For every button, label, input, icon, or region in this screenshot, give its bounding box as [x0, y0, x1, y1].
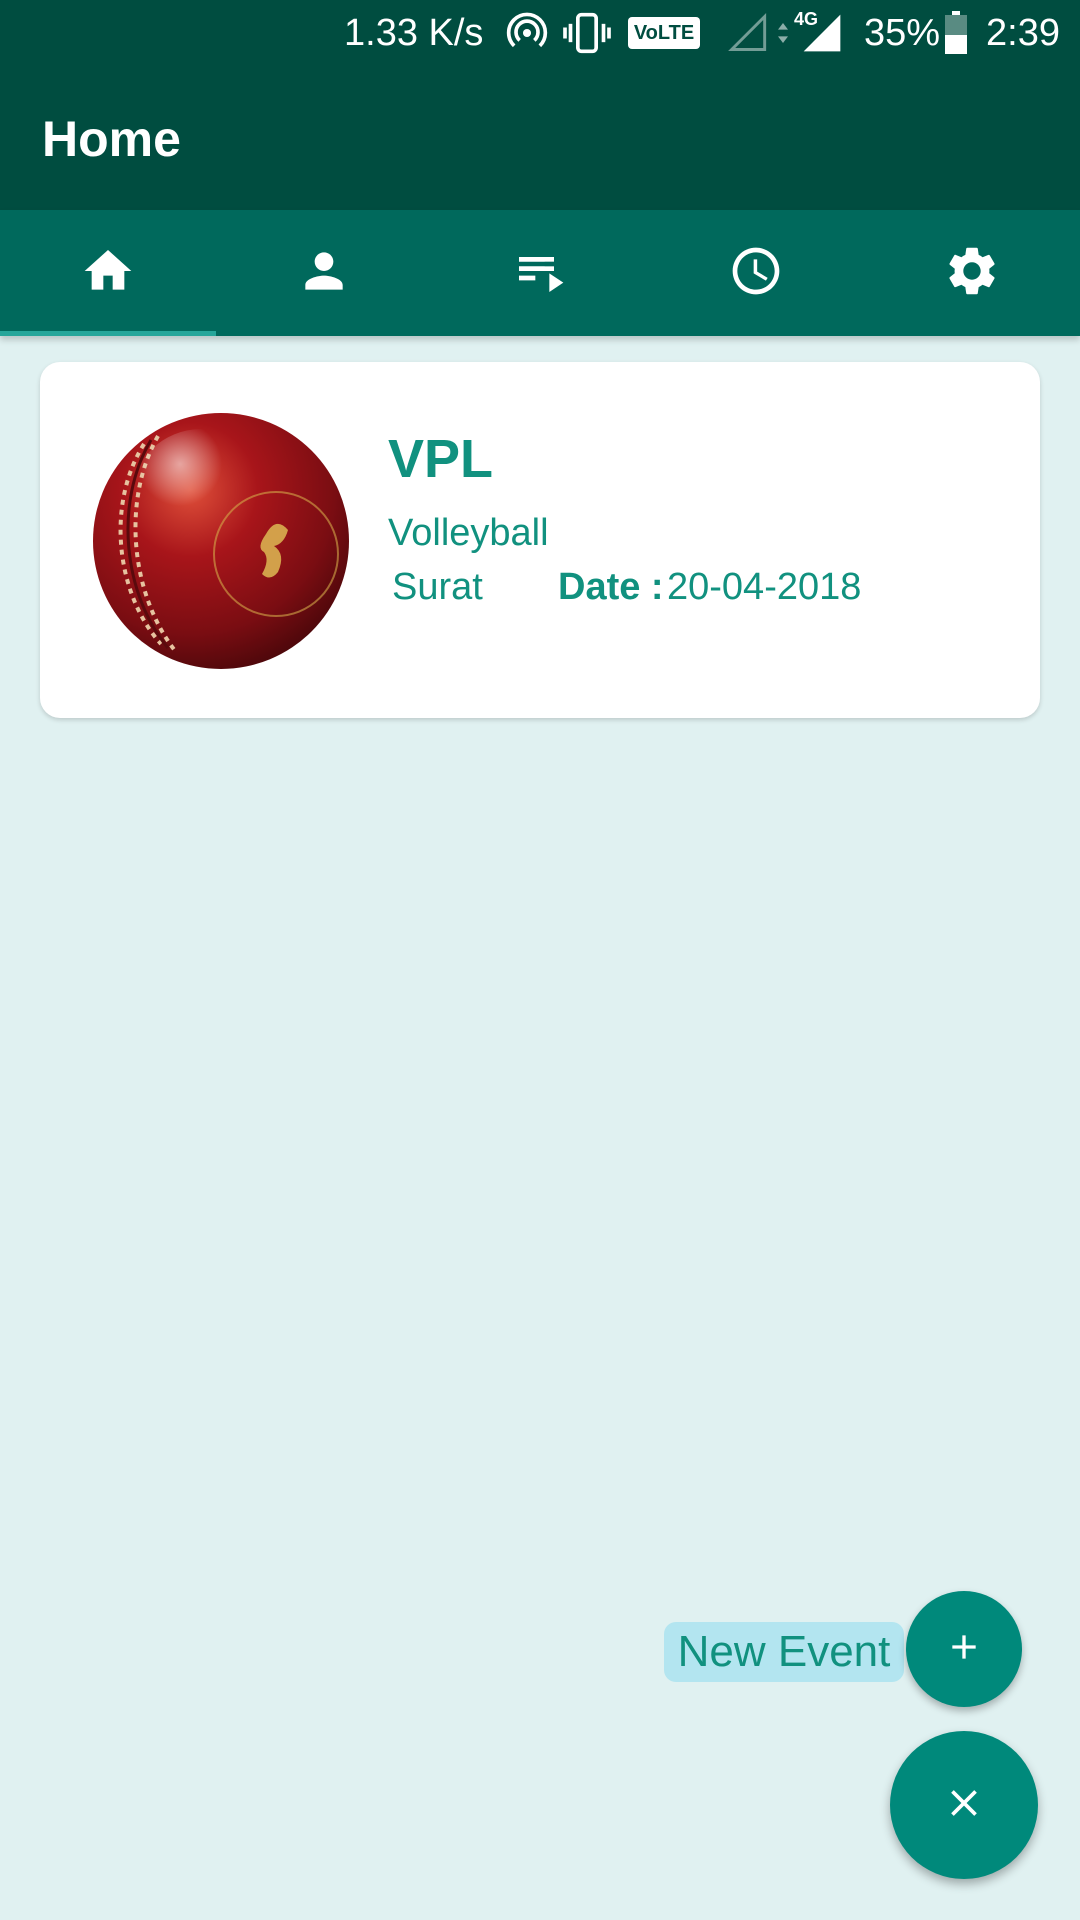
page-title: Home [42, 111, 181, 167]
event-city: Surat [392, 566, 483, 608]
clock-time: 2:39 [986, 11, 1060, 54]
event-date-label: Date : [558, 566, 664, 608]
signal-full-icon [800, 0, 844, 66]
plus-icon [944, 1627, 984, 1672]
tab-history[interactable] [648, 210, 864, 336]
status-bar: 1.33 K/s VoLTE 4G 35% 2:39 [0, 0, 1080, 66]
tab-settings[interactable] [864, 210, 1080, 336]
new-event-label[interactable]: New Event [664, 1622, 904, 1682]
hotspot-icon [505, 0, 549, 66]
tab-selected-indicator [0, 331, 216, 336]
app-bar: Home [0, 66, 1080, 210]
volte-icon: VoLTE [628, 0, 700, 66]
tab-home[interactable] [0, 210, 216, 336]
clock-icon [728, 243, 784, 304]
data-arrows-icon [776, 0, 790, 66]
signal-empty-icon [728, 0, 772, 66]
battery-icon [944, 0, 968, 66]
person-icon [296, 243, 352, 304]
cricket-ball-image [86, 404, 356, 674]
tab-profile[interactable] [216, 210, 432, 336]
new-event-button[interactable] [906, 1591, 1022, 1707]
vibrate-icon [563, 0, 611, 66]
close-menu-button[interactable] [890, 1731, 1038, 1879]
settings-icon [943, 242, 1001, 305]
event-card[interactable]: VPL Volleyball Surat Date : 20-04-2018 [40, 362, 1040, 718]
network-speed: 1.33 K/s [344, 11, 484, 54]
playlist-icon [512, 243, 568, 304]
close-icon [942, 1781, 986, 1830]
home-icon [80, 243, 136, 304]
event-title: VPL [388, 429, 494, 489]
tab-bar [0, 210, 1080, 336]
volte-label: VoLTE [633, 21, 695, 44]
event-sport: Volleyball [388, 512, 549, 554]
battery-percent: 35% [864, 11, 941, 54]
tab-list[interactable] [432, 210, 648, 336]
event-date: 20-04-2018 [667, 566, 862, 608]
